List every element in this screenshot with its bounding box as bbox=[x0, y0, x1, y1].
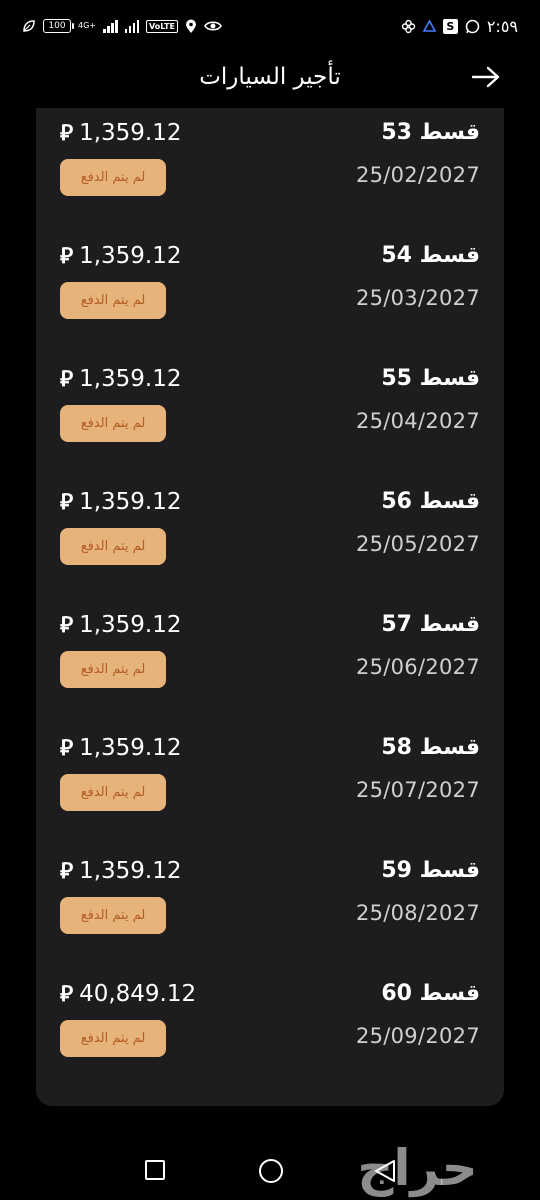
riyal-icon: ⃁ bbox=[60, 490, 74, 515]
installment-name: قسط 56 bbox=[381, 489, 480, 514]
status-badge: لم يتم الدفع bbox=[60, 897, 166, 934]
recent-apps-button[interactable] bbox=[145, 1160, 165, 1180]
amount-value: 40,849.12 bbox=[79, 981, 197, 1007]
arrow-right-icon[interactable] bbox=[470, 62, 502, 92]
amount-value: 1,359.12 bbox=[79, 120, 182, 146]
battery-level: 100 bbox=[48, 21, 66, 31]
riyal-icon: ⃁ bbox=[60, 736, 74, 761]
amount-value: 1,359.12 bbox=[79, 858, 182, 884]
installment-row: قسط 55 25/04/2027 ⃁ 1,359.12 لم يتم الدف… bbox=[36, 354, 504, 477]
riyal-icon: ⃁ bbox=[60, 982, 74, 1007]
installment-date: 25/02/2027 bbox=[355, 163, 480, 187]
location-icon bbox=[185, 19, 197, 34]
installment-amount: ⃁ 40,849.12 bbox=[60, 980, 196, 1008]
status-badge: لم يتم الدفع bbox=[60, 651, 166, 688]
installment-amount: ⃁ 1,359.12 bbox=[60, 119, 182, 147]
status-left: 100 4G+ VoLTE bbox=[22, 19, 222, 34]
installment-amount: ⃁ 1,359.12 bbox=[60, 488, 182, 516]
amount-value: 1,359.12 bbox=[79, 243, 182, 269]
installment-name: قسط 55 bbox=[381, 366, 480, 391]
status-badge: لم يتم الدفع bbox=[60, 1020, 166, 1057]
installment-name: قسط 58 bbox=[381, 735, 480, 760]
installment-row: قسط 56 25/05/2027 ⃁ 1,359.12 لم يتم الدف… bbox=[36, 477, 504, 600]
status-right: S ٢:٥٩ bbox=[401, 17, 518, 36]
installment-name: قسط 57 bbox=[381, 612, 480, 637]
s-app-icon: S bbox=[442, 18, 458, 34]
battery-icon: 100 bbox=[43, 19, 74, 33]
installment-amount: ⃁ 1,359.12 bbox=[60, 857, 182, 885]
installment-row: قسط 57 25/06/2027 ⃁ 1,359.12 لم يتم الدف… bbox=[36, 600, 504, 723]
installment-date: 25/05/2027 bbox=[355, 532, 480, 556]
amount-value: 1,359.12 bbox=[79, 612, 182, 638]
network-type-label: 4G+ bbox=[78, 21, 96, 30]
riyal-icon: ⃁ bbox=[60, 859, 74, 884]
signal-icon bbox=[103, 19, 118, 33]
riyal-icon: ⃁ bbox=[60, 244, 74, 269]
pinwheel-icon bbox=[401, 19, 416, 34]
installment-name: قسط 59 bbox=[381, 858, 480, 883]
installment-amount: ⃁ 1,359.12 bbox=[60, 611, 182, 639]
page-title: تأجير السيارات bbox=[199, 64, 341, 90]
status-badge: لم يتم الدفع bbox=[60, 282, 166, 319]
riyal-icon: ⃁ bbox=[60, 367, 74, 392]
amount-value: 1,359.12 bbox=[79, 366, 182, 392]
status-badge: لم يتم الدفع bbox=[60, 774, 166, 811]
riyal-icon: ⃁ bbox=[60, 121, 74, 146]
amount-value: 1,359.12 bbox=[79, 735, 182, 761]
status-badge: لم يتم الدفع bbox=[60, 405, 166, 442]
whatsapp-icon bbox=[465, 19, 480, 34]
installment-amount: ⃁ 1,359.12 bbox=[60, 242, 182, 270]
recycle-icon bbox=[422, 19, 436, 33]
installment-amount: ⃁ 1,359.12 bbox=[60, 365, 182, 393]
installment-date: 25/09/2027 bbox=[355, 1024, 480, 1048]
installment-row: قسط 60 25/09/2027 ⃁ 40,849.12 لم يتم الد… bbox=[36, 969, 504, 1092]
signal-icon-2 bbox=[124, 19, 139, 33]
installments-card: قسط 53 25/02/2027 ⃁ 1,359.12 لم يتم الدف… bbox=[36, 108, 504, 1106]
installment-row: قسط 53 25/02/2027 ⃁ 1,359.12 لم يتم الدف… bbox=[36, 108, 504, 231]
leaf-icon bbox=[22, 19, 36, 33]
installment-row: قسط 59 25/08/2027 ⃁ 1,359.12 لم يتم الدف… bbox=[36, 846, 504, 969]
installment-date: 25/08/2027 bbox=[355, 901, 480, 925]
installment-amount: ⃁ 1,359.12 bbox=[60, 734, 182, 762]
installment-date: 25/04/2027 bbox=[355, 409, 480, 433]
status-badge: لم يتم الدفع bbox=[60, 528, 166, 565]
clock-time: ٢:٥٩ bbox=[486, 16, 518, 36]
volte-icon: VoLTE bbox=[146, 19, 178, 33]
installment-name: قسط 54 bbox=[381, 243, 480, 268]
installment-row: قسط 54 25/03/2027 ⃁ 1,359.12 لم يتم الدف… bbox=[36, 231, 504, 354]
home-button[interactable] bbox=[259, 1159, 283, 1183]
installment-name: قسط 60 bbox=[381, 981, 480, 1006]
status-bar: 100 4G+ VoLTE S ٢:٥٩ bbox=[0, 0, 540, 52]
haraj-watermark: حراج bbox=[357, 1139, 478, 1197]
installment-name: قسط 53 bbox=[381, 120, 480, 145]
riyal-icon: ⃁ bbox=[60, 613, 74, 638]
installment-date: 25/03/2027 bbox=[355, 286, 480, 310]
eye-icon bbox=[204, 20, 222, 32]
installment-row: قسط 58 25/07/2027 ⃁ 1,359.12 لم يتم الدف… bbox=[36, 723, 504, 846]
app-header: تأجير السيارات bbox=[0, 52, 540, 102]
status-badge: لم يتم الدفع bbox=[60, 159, 166, 196]
installment-date: 25/06/2027 bbox=[355, 655, 480, 679]
installment-date: 25/07/2027 bbox=[355, 778, 480, 802]
amount-value: 1,359.12 bbox=[79, 489, 182, 515]
